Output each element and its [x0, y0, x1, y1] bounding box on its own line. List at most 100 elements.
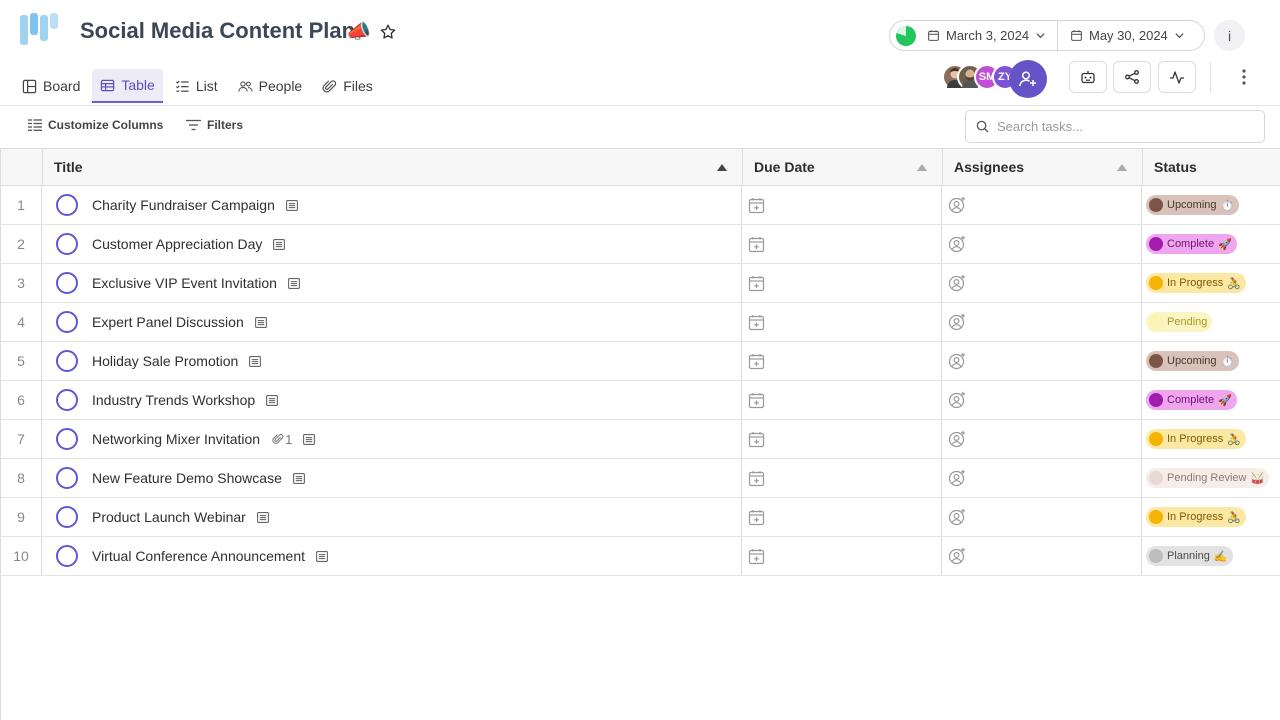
tab-files[interactable]: Files	[314, 69, 381, 103]
info-button[interactable]: i	[1214, 20, 1245, 51]
status-badge[interactable]: Planning ✍️	[1146, 546, 1233, 566]
assignees-cell[interactable]	[942, 186, 1142, 224]
attachment-count[interactable]: 1	[272, 432, 292, 447]
assignees-cell[interactable]	[942, 498, 1142, 536]
table-row[interactable]: 7 Networking Mixer Invitation 1 In Progress…	[1, 420, 1280, 459]
column-status-header[interactable]: Status	[1142, 149, 1280, 185]
due-date-cell[interactable]	[742, 381, 942, 419]
sort-icon[interactable]	[1117, 164, 1127, 171]
status-badge[interactable]: In Progress 🚴	[1146, 273, 1246, 293]
complete-checkbox[interactable]	[56, 233, 78, 255]
status-cell[interactable]: Pending	[1142, 303, 1280, 341]
assignees-cell[interactable]	[942, 459, 1142, 497]
add-assignee-icon[interactable]	[948, 391, 966, 409]
due-date-cell[interactable]	[742, 303, 942, 341]
sort-icon[interactable]	[917, 164, 927, 171]
description-icon[interactable]	[292, 472, 305, 484]
add-assignee-icon[interactable]	[948, 508, 966, 526]
column-due-date-header[interactable]: Due Date	[742, 149, 942, 185]
due-date-cell[interactable]	[742, 459, 942, 497]
tab-people[interactable]: People	[230, 69, 311, 103]
add-assignee-icon[interactable]	[948, 235, 966, 253]
description-icon[interactable]	[254, 316, 267, 328]
title-cell[interactable]: Customer Appreciation Day	[42, 225, 742, 263]
due-date-cell[interactable]	[742, 225, 942, 263]
due-date-cell[interactable]	[742, 342, 942, 380]
task-title[interactable]: Virtual Conference Announcement	[92, 548, 305, 564]
title-cell[interactable]: Holiday Sale Promotion	[42, 342, 742, 380]
task-title[interactable]: Holiday Sale Promotion	[92, 353, 238, 369]
table-row[interactable]: 3 Exclusive VIP Event Invitation In Progre…	[1, 264, 1280, 303]
assignees-cell[interactable]	[942, 264, 1142, 302]
status-badge[interactable]: Pending	[1146, 312, 1213, 332]
assignees-cell[interactable]	[942, 342, 1142, 380]
title-cell[interactable]: Expert Panel Discussion	[42, 303, 742, 341]
add-member-button[interactable]	[1009, 60, 1047, 98]
tab-list[interactable]: List	[167, 69, 226, 103]
table-row[interactable]: 10 Virtual Conference Announcement Plannin…	[1, 537, 1280, 576]
task-title[interactable]: Industry Trends Workshop	[92, 392, 255, 408]
task-title[interactable]: Exclusive VIP Event Invitation	[92, 275, 277, 291]
add-assignee-icon[interactable]	[948, 547, 966, 565]
status-badge[interactable]: Upcoming ⏱️	[1146, 195, 1240, 215]
column-assignees-header[interactable]: Assignees	[942, 149, 1142, 185]
description-icon[interactable]	[256, 511, 269, 523]
status-cell[interactable]: Upcoming ⏱️	[1142, 186, 1280, 224]
table-row[interactable]: 8 New Feature Demo Showcase Pending Review…	[1, 459, 1280, 498]
status-cell[interactable]: In Progress 🚴	[1142, 420, 1280, 458]
complete-checkbox[interactable]	[56, 272, 78, 294]
member-avatars[interactable]: SM ZY	[942, 60, 1052, 98]
search-box[interactable]	[965, 110, 1265, 143]
add-date-icon[interactable]	[748, 197, 765, 214]
title-cell[interactable]: Exclusive VIP Event Invitation	[42, 264, 742, 302]
complete-checkbox[interactable]	[56, 428, 78, 450]
table-row[interactable]: 9 Product Launch Webinar In Progress 🚴	[1, 498, 1280, 537]
status-badge[interactable]: In Progress 🚴	[1146, 507, 1246, 527]
tab-board[interactable]: Board	[14, 69, 88, 103]
table-row[interactable]: 4 Expert Panel Discussion Pending	[1, 303, 1280, 342]
search-input[interactable]	[997, 119, 1247, 134]
complete-checkbox[interactable]	[56, 545, 78, 567]
add-date-icon[interactable]	[748, 470, 765, 487]
description-icon[interactable]	[249, 355, 262, 367]
due-date-cell[interactable]	[742, 537, 942, 575]
task-title[interactable]: New Feature Demo Showcase	[92, 470, 282, 486]
assignees-cell[interactable]	[942, 225, 1142, 263]
due-date-cell[interactable]	[742, 420, 942, 458]
status-cell[interactable]: Complete 🚀	[1142, 381, 1280, 419]
add-date-icon[interactable]	[748, 509, 765, 526]
task-title[interactable]: Charity Fundraiser Campaign	[92, 197, 275, 213]
task-title[interactable]: Customer Appreciation Day	[92, 236, 262, 252]
complete-checkbox[interactable]	[56, 389, 78, 411]
status-badge[interactable]: Complete 🚀	[1146, 390, 1237, 410]
add-assignee-icon[interactable]	[948, 274, 966, 292]
description-icon[interactable]	[303, 433, 316, 445]
complete-checkbox[interactable]	[56, 467, 78, 489]
status-badge[interactable]: Upcoming ⏱️	[1146, 351, 1240, 371]
task-title[interactable]: Expert Panel Discussion	[92, 314, 244, 330]
due-date-cell[interactable]	[742, 264, 942, 302]
description-icon[interactable]	[273, 238, 286, 250]
start-date-button[interactable]: March 3, 2024	[917, 21, 1057, 50]
status-cell[interactable]: Planning ✍️	[1142, 537, 1280, 575]
status-cell[interactable]: In Progress 🚴	[1142, 498, 1280, 536]
title-cell[interactable]: Networking Mixer Invitation 1	[42, 420, 742, 458]
status-cell[interactable]: Upcoming ⏱️	[1142, 342, 1280, 380]
star-icon[interactable]	[379, 23, 397, 41]
assignees-cell[interactable]	[942, 420, 1142, 458]
table-row[interactable]: 6 Industry Trends Workshop Complete 🚀	[1, 381, 1280, 420]
tab-table[interactable]: Table	[92, 69, 163, 103]
status-cell[interactable]: Complete 🚀	[1142, 225, 1280, 263]
add-date-icon[interactable]	[748, 392, 765, 409]
description-icon[interactable]	[285, 199, 298, 211]
description-icon[interactable]	[316, 550, 328, 562]
due-date-cell[interactable]	[742, 498, 942, 536]
activity-button[interactable]	[1158, 61, 1196, 93]
table-row[interactable]: 1 Charity Fundraiser Campaign Upcoming ⏱️	[1, 186, 1280, 225]
table-row[interactable]: 2 Customer Appreciation Day Complete 🚀	[1, 225, 1280, 264]
title-cell[interactable]: New Feature Demo Showcase	[42, 459, 742, 497]
description-icon[interactable]	[288, 277, 300, 289]
column-title-header[interactable]: Title	[42, 149, 742, 185]
add-assignee-icon[interactable]	[948, 430, 966, 448]
end-date-button[interactable]: May 30, 2024	[1057, 21, 1193, 50]
